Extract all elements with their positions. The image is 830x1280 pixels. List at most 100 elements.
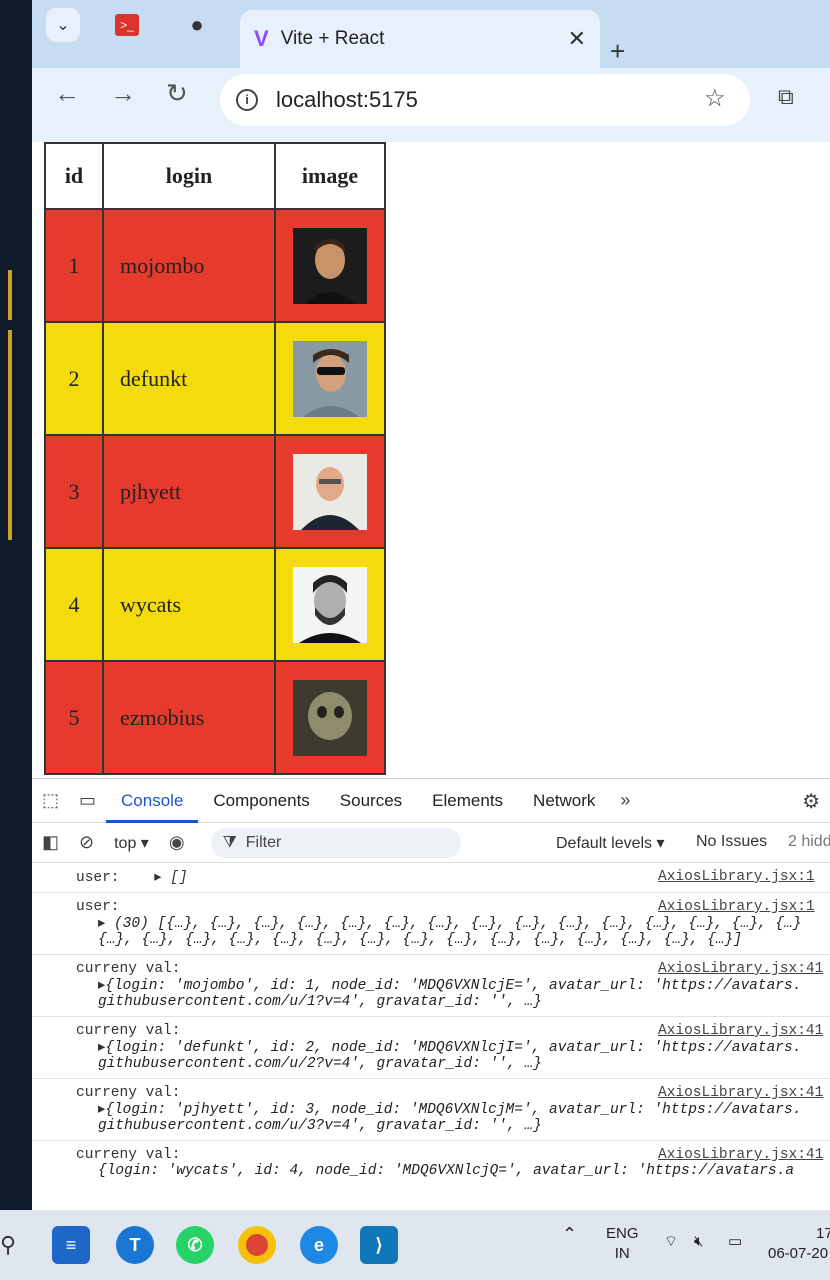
tab-search-icon[interactable]: ⌄ [46,8,80,42]
vscode-icon[interactable]: ⟩ [360,1226,398,1264]
cell-login: wycats [102,547,276,662]
console-entry: curreny val: AxiosLibrary.jsx:41 ▸{login… [32,1017,830,1079]
cell-login: pjhyett [102,434,276,549]
extensions-icon[interactable]: ⧉ [778,84,794,110]
console-entry: curreny val: AxiosLibrary.jsx:41 ▸{login… [32,955,830,1017]
log-value[interactable]: ▸ (30) [{…}, {…}, {…}, {…}, {…}, {…}, {…… [76,915,830,932]
log-value-line: {…}, {…}, {…}, {…}, {…}, {…}, {…}, {…}, … [98,932,742,948]
cell-login: ezmobius [102,660,276,775]
windows-taskbar: ⚲ ≡ T ✆ e ⟩ ⌃ ENG IN ⌔ 🔇︎ ▭ 17 06-07-20 [0,1210,830,1280]
log-value[interactable]: ▸{login: 'defunkt', id: 2, node_id: 'MDQ… [76,1039,830,1056]
editor-gutter-mark [8,270,12,320]
clock[interactable]: 17 06-07-20 [768,1224,830,1264]
hidden-count: 2 hidd [788,833,830,850]
cell-image [274,547,386,662]
back-icon[interactable]: ← [54,78,80,109]
expand-arrow-icon[interactable]: ▸ [98,916,105,932]
issues-counter[interactable]: No Issues [696,833,767,851]
console-entry: curreny val: AxiosLibrary.jsx:41 ▸{login… [32,1079,830,1141]
table-row: 3 pjhyett [44,434,386,549]
live-expression-eye-icon[interactable]: ◉ [159,832,195,853]
close-tab-icon[interactable]: ✕ [568,26,586,52]
cell-image [274,660,386,775]
log-value-line: {login: 'pjhyett', id: 3, node_id: 'MDQ6… [105,1102,802,1118]
tab-title: Vite + React [280,28,385,49]
new-tab-button[interactable]: + [610,36,625,67]
cell-id: 4 [44,547,104,662]
github-tab-icon[interactable]: ● [180,8,214,42]
browser-window: ⌄ >_ ● V Vite + React ✕ + ← → ↻ i localh… [32,0,830,1210]
settings-gear-icon[interactable]: ⚙ [802,789,820,814]
log-source-link[interactable]: AxiosLibrary.jsx:41 [658,1085,823,1101]
log-value-line: {login: 'mojombo', id: 1, node_id: 'MDQ6… [105,978,802,994]
clear-console-icon[interactable]: ⊘ [69,832,104,853]
log-value[interactable]: ▸{login: 'pjhyett', id: 3, node_id: 'MDQ… [76,1101,830,1118]
search-icon[interactable]: ⚲ [0,1232,16,1258]
table-row: 1 mojombo [44,208,386,323]
tray-chevron-icon[interactable]: ⌃ [562,1224,577,1244]
bookmark-star-icon[interactable]: ☆ [704,84,726,113]
device-toolbar-icon[interactable]: ▭ [69,790,106,811]
forward-icon[interactable]: → [110,78,136,109]
log-value[interactable]: ▸{login: 'mojombo', id: 1, node_id: 'MDQ… [76,977,830,994]
whatsapp-icon[interactable]: ✆ [176,1226,214,1264]
tab-elements[interactable]: Elements [417,779,518,823]
log-value-line[interactable]: {login: 'wycats', id: 4, node_id: 'MDQ6V… [76,1163,830,1179]
clock-date: 06-07-20 [768,1245,829,1262]
volume-muted-icon[interactable]: 🔇︎ [694,1232,703,1252]
tab-network[interactable]: Network [518,779,610,823]
chrome-icon[interactable] [238,1226,276,1264]
console-entry: user: AxiosLibrary.jsx:1 ▸ (30) [{…}, {…… [32,893,830,955]
log-source-link[interactable]: AxiosLibrary.jsx:1 [658,899,815,915]
log-label: user: [76,870,120,886]
header-image: image [274,142,386,210]
url-text: localhost:5175 [276,87,418,112]
clock-time: 17 [816,1225,830,1242]
filter-placeholder: Filter [245,833,282,851]
log-value-line: {login: 'defunkt', id: 2, node_id: 'MDQ6… [105,1040,802,1056]
tab-console[interactable]: Console [106,779,199,823]
log-source-link[interactable]: AxiosLibrary.jsx:41 [658,961,823,977]
log-value-line: githubusercontent.com/u/2?v=4', gravatar… [98,1056,542,1072]
expand-arrow-icon[interactable]: ▸ [154,870,161,886]
address-bar[interactable]: i localhost:5175 [220,74,750,126]
tab-strip: ⌄ >_ ● V Vite + React ✕ + [32,0,830,68]
reload-icon[interactable]: ↻ [166,78,188,109]
wifi-icon[interactable]: ⌔ [664,1232,678,1252]
t-app-icon[interactable]: T [116,1226,154,1264]
avatar [293,340,367,417]
log-source-link[interactable]: AxiosLibrary.jsx:41 [658,1147,823,1163]
filter-input[interactable]: ⧩ Filter [210,827,461,858]
log-levels-dropdown[interactable]: Default levels ▾ [556,833,665,853]
sidebar-toggle-icon[interactable]: ◧ [32,832,69,853]
tab-active[interactable]: V Vite + React ✕ [240,10,600,68]
tab-components[interactable]: Components [198,779,324,823]
cell-login: defunkt [102,321,276,436]
context-select[interactable]: top ▾ [104,833,159,853]
context-label: top [114,834,137,852]
cell-login: mojombo [102,208,276,323]
avatar [293,679,367,756]
console-entry: curreny val: AxiosLibrary.jsx:41 {login:… [32,1141,830,1185]
log-source-link[interactable]: AxiosLibrary.jsx:41 [658,1023,823,1039]
devtools-panel: ⬚ ▭ Console Components Sources Elements … [32,778,830,1210]
cell-id: 3 [44,434,104,549]
page-content: id login image 1 mojombo 2 defunkt 3 pjh… [32,142,830,778]
edge-icon[interactable]: e [300,1226,338,1264]
language-indicator[interactable]: ENG IN [606,1224,639,1264]
lang-top: ENG [606,1225,639,1242]
avatar [293,566,367,643]
tab-sources[interactable]: Sources [325,779,417,823]
battery-icon[interactable]: ▭ [728,1232,742,1252]
inspect-element-icon[interactable]: ⬚ [32,790,69,811]
more-tabs-icon[interactable]: » [610,790,640,811]
site-info-icon[interactable]: i [236,89,258,111]
terminal-tab-icon[interactable]: >_ [110,8,144,42]
app-stack-icon[interactable]: ≡ [52,1226,90,1264]
console-output: user: ▸ [] AxiosLibrary.jsx:1 user: Axio… [32,863,830,1185]
log-value-line: githubusercontent.com/u/1?v=4', gravatar… [98,994,542,1010]
vite-logo-icon: V [254,26,269,51]
console-filter-bar: ◧ ⊘ top ▾ ◉ ⧩ Filter Default levels ▾ No… [32,823,830,863]
log-source-link[interactable]: AxiosLibrary.jsx:1 [658,869,815,885]
avatar [293,453,367,530]
